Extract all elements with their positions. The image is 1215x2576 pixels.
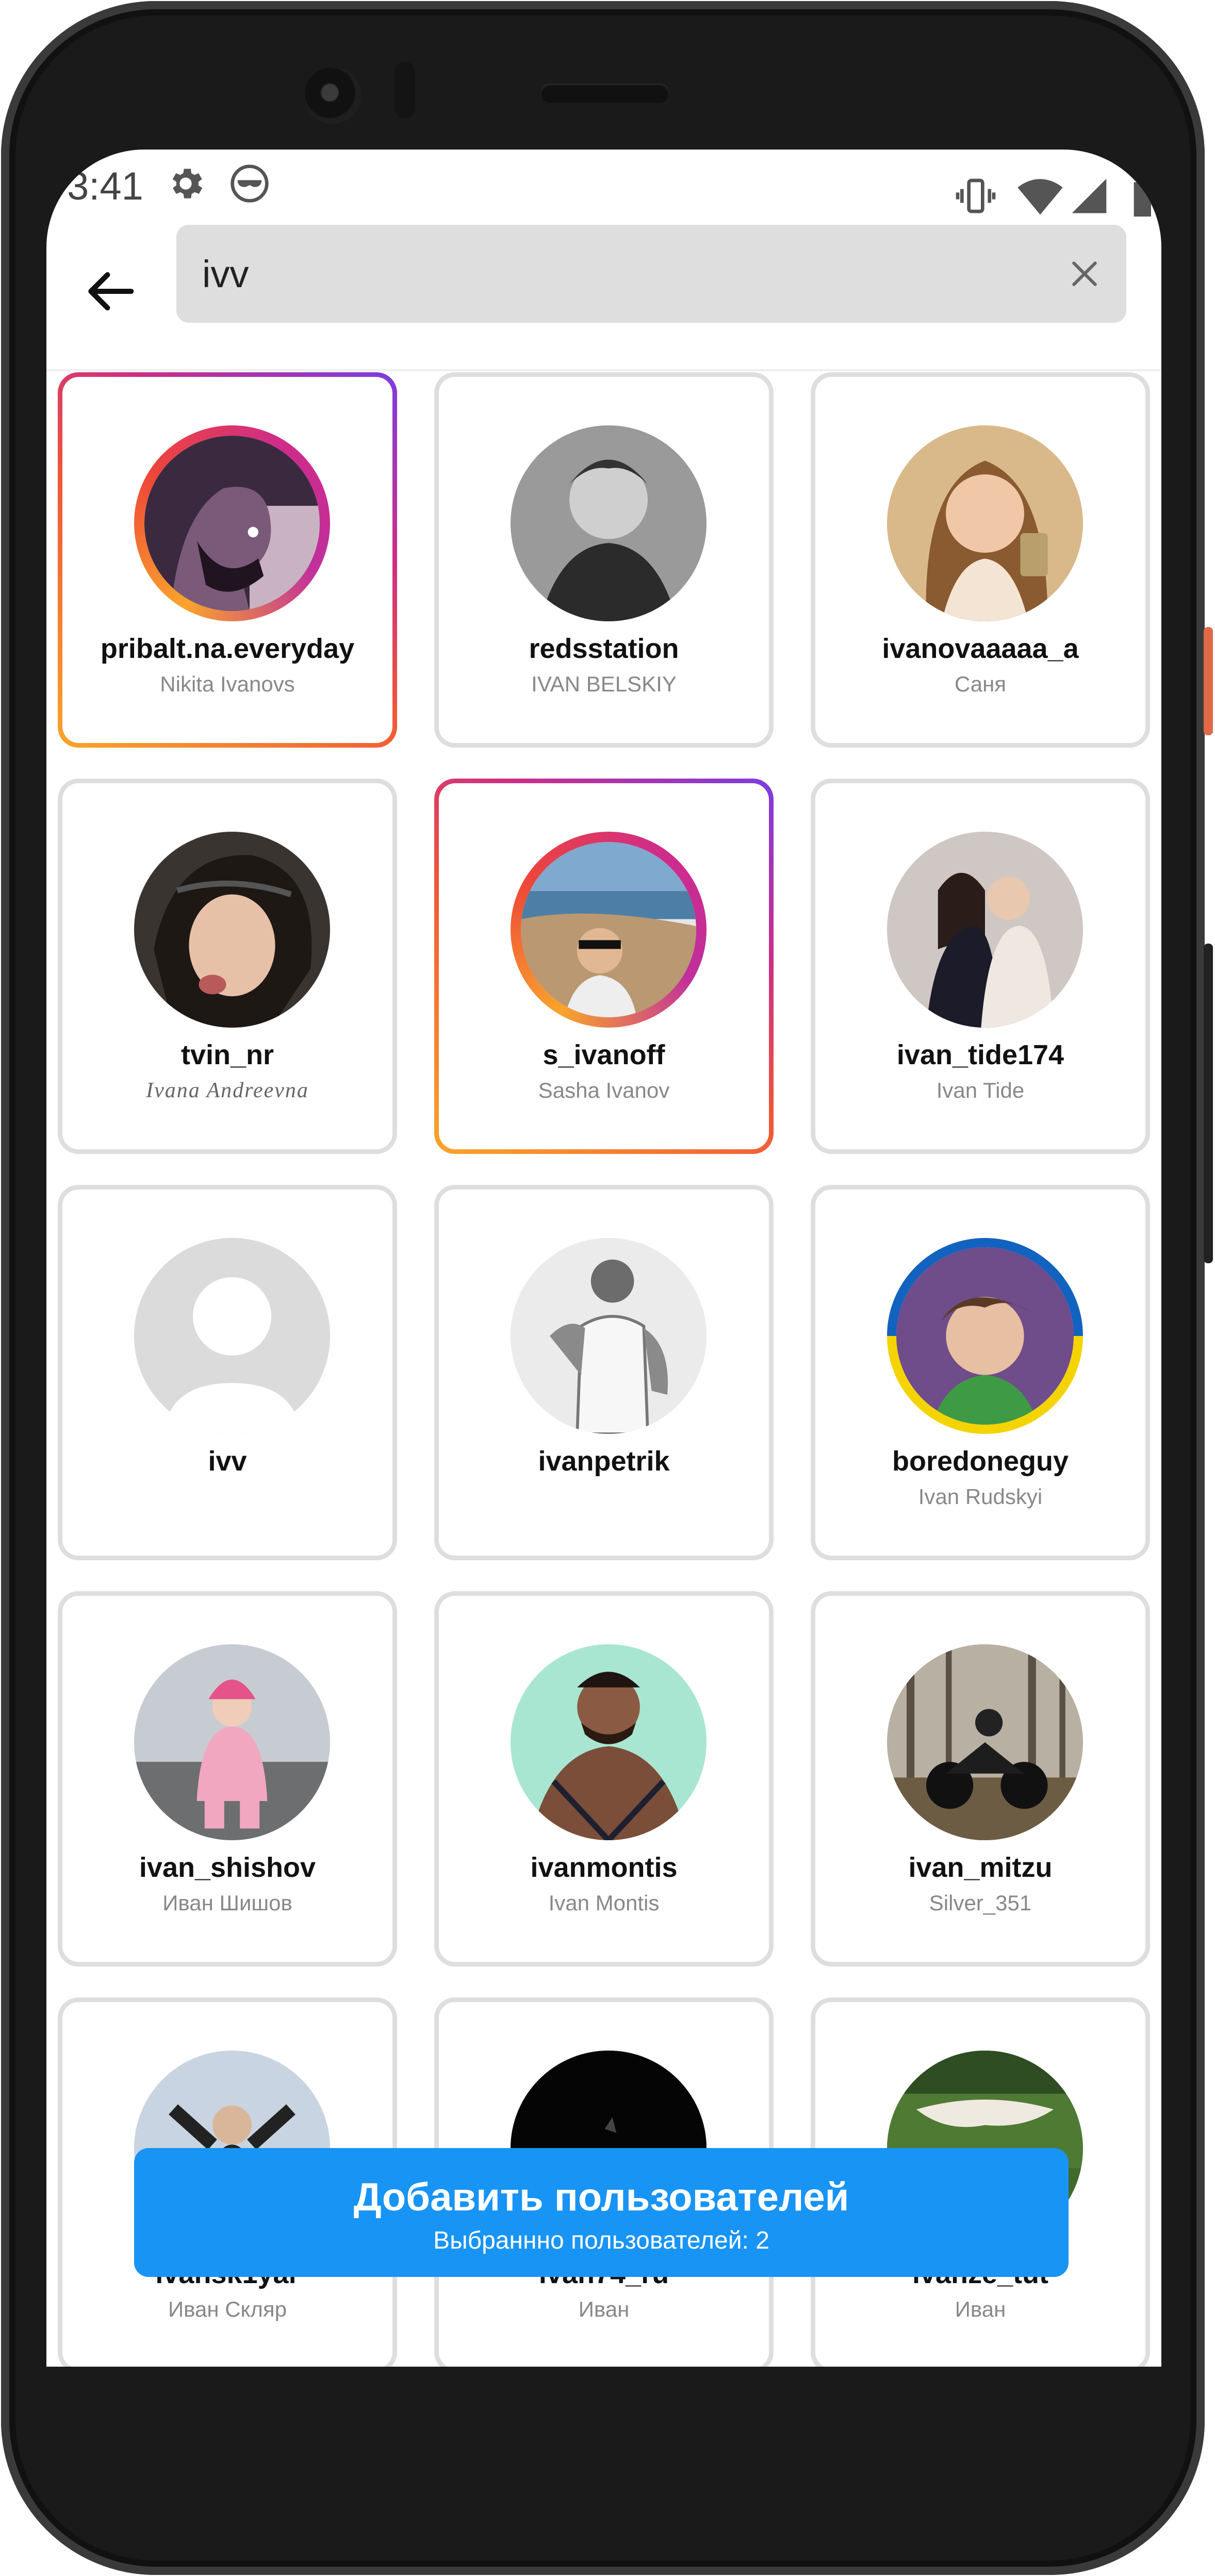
volume-button bbox=[1204, 944, 1213, 1263]
username: tvin_nr bbox=[180, 1039, 274, 1070]
vibrate-icon bbox=[955, 175, 996, 219]
add-users-button[interactable]: Добавить пользователей Выбраннно пользов… bbox=[134, 2148, 1069, 2277]
full-name: Ivana Andreevna bbox=[146, 1079, 309, 1102]
default-user-icon bbox=[134, 1238, 330, 1434]
avatar bbox=[896, 1247, 1074, 1425]
back-button[interactable] bbox=[81, 263, 138, 320]
username: ivanmontis bbox=[530, 1852, 678, 1883]
full-name: Nikita Ivanovs bbox=[160, 672, 295, 696]
cellular-signal-icon bbox=[1069, 175, 1110, 219]
full-name: Иван Скляр bbox=[168, 2297, 287, 2321]
full-name: Иван bbox=[955, 2297, 1006, 2321]
wifi-icon bbox=[1017, 175, 1063, 219]
username: boredoneguy bbox=[892, 1446, 1069, 1477]
add-users-title: Добавить пользователей bbox=[353, 2175, 849, 2219]
full-name: Саня bbox=[954, 672, 1007, 696]
avatar bbox=[134, 1644, 330, 1840]
proximity-sensor bbox=[395, 62, 415, 119]
screen: 3:41 ivv pribalt.na.everyday Nikita Ivan… bbox=[46, 150, 1161, 2367]
power-button bbox=[1204, 627, 1213, 735]
search-input[interactable] bbox=[202, 225, 1027, 323]
user-card[interactable]: ivv bbox=[58, 1185, 397, 1560]
username: ivan_tide174 bbox=[896, 1039, 1064, 1070]
full-name: Ivan Tide bbox=[936, 1078, 1025, 1102]
full-name: Иван bbox=[578, 2297, 630, 2321]
avatar bbox=[511, 1644, 707, 1840]
full-name: Ivan Rudskyi bbox=[918, 1484, 1043, 1509]
incognito-mask-icon bbox=[229, 163, 270, 207]
username: ivv bbox=[208, 1446, 247, 1477]
user-card[interactable]: ivan_shishov Иван Шишов bbox=[58, 1591, 397, 1967]
avatar bbox=[511, 1238, 707, 1434]
results-grid: pribalt.na.everyday Nikita Ivanovs redss… bbox=[46, 372, 1161, 2367]
username: pribalt.na.everyday bbox=[100, 633, 355, 664]
user-card[interactable]: ivanovaaaaa_a Саня bbox=[811, 372, 1150, 748]
username: ivanpetrik bbox=[538, 1446, 670, 1477]
username: s_ivanoff bbox=[543, 1039, 665, 1070]
clear-search-button[interactable] bbox=[1069, 258, 1101, 290]
avatar bbox=[887, 1644, 1083, 1840]
full-name: Sasha Ivanov bbox=[538, 1078, 670, 1102]
avatar bbox=[887, 832, 1083, 1028]
user-card[interactable]: ivan_mitzu Silver_351 bbox=[811, 1591, 1150, 1967]
username: redsstation bbox=[529, 633, 679, 664]
avatar bbox=[134, 832, 330, 1028]
front-camera bbox=[304, 67, 361, 124]
username: ivan_shishov bbox=[139, 1852, 316, 1883]
avatar bbox=[144, 436, 320, 611]
full-name: Иван Шишов bbox=[162, 1891, 292, 1915]
avatar bbox=[134, 1238, 330, 1434]
full-name: Ivan Montis bbox=[548, 1891, 660, 1915]
close-icon bbox=[1072, 261, 1097, 286]
user-card[interactable]: ivan_tide174 Ivan Tide bbox=[811, 779, 1150, 1154]
avatar bbox=[887, 425, 1083, 621]
full-name: Silver_351 bbox=[929, 1891, 1032, 1915]
username: ivanovaaaaa_a bbox=[882, 633, 1079, 664]
user-card[interactable]: pribalt.na.everyday Nikita Ivanovs bbox=[58, 372, 397, 748]
search-header bbox=[46, 217, 1161, 371]
earpiece-speaker bbox=[540, 84, 669, 103]
settings-gear-icon bbox=[165, 163, 206, 207]
user-card[interactable]: tvin_nr Ivana Andreevna bbox=[58, 779, 397, 1154]
username: ivan_mitzu bbox=[908, 1852, 1053, 1883]
user-card[interactable]: boredoneguy Ivan Rudskyi bbox=[811, 1185, 1150, 1560]
full-name: IVAN BELSKIY bbox=[531, 672, 677, 696]
user-card[interactable]: redsstation IVAN BELSKIY bbox=[434, 372, 774, 748]
avatar bbox=[521, 842, 696, 1017]
user-card[interactable]: ivanmontis Ivan Montis bbox=[434, 1591, 774, 1967]
status-time: 3:41 bbox=[67, 164, 143, 208]
selected-count-text: Выбраннно пользователей: 2 bbox=[433, 2227, 769, 2254]
battery-icon bbox=[1125, 175, 1156, 219]
user-card[interactable]: s_ivanoff Sasha Ivanov bbox=[434, 779, 774, 1154]
search-box bbox=[176, 225, 1126, 323]
status-bar: 3:41 bbox=[46, 150, 1161, 217]
arrow-left-icon bbox=[88, 272, 134, 311]
avatar bbox=[511, 425, 707, 621]
user-card[interactable]: ivanpetrik bbox=[434, 1185, 774, 1560]
